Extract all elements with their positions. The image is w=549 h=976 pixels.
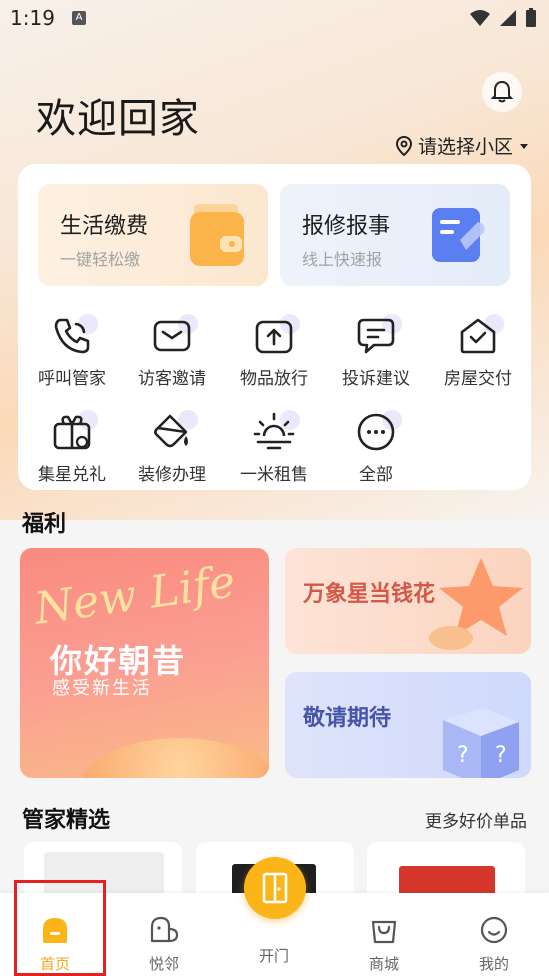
service-label: 集星兑礼	[38, 465, 106, 485]
status-notification-icon: A	[72, 11, 86, 25]
paint-bucket-icon	[154, 414, 188, 448]
repair-report-tile[interactable]: 报修报事 线上快速报	[280, 184, 510, 286]
picks-section-title: 管家精选	[22, 808, 111, 833]
tab-label: 开门	[258, 947, 289, 965]
star-illustration	[429, 558, 523, 650]
service-label: 全部	[359, 465, 393, 485]
promo-banner-new-life[interactable]: New Life 你好朝昔 感受新生活	[20, 548, 269, 778]
mystery-box-illustration: ??	[443, 708, 519, 778]
open-door-button[interactable]	[244, 857, 306, 919]
sunrise-illustration	[80, 738, 269, 778]
promo-deco-text: New Life	[31, 556, 239, 635]
mail-icon	[153, 320, 191, 352]
more-icon	[357, 413, 395, 451]
tab-label: 商城	[368, 955, 399, 973]
services-card: 生活缴费 一键轻松缴 报修报事 线上快速报 呼叫管家 访客邀请 物品放行 投诉建…	[18, 164, 531, 490]
smile-icon	[480, 916, 508, 944]
tab-neighbors[interactable]: 悦邻	[114, 915, 214, 974]
neighbor-icon	[150, 916, 179, 943]
svg-text:?: ?	[495, 743, 507, 768]
notification-button[interactable]	[482, 72, 522, 112]
phone-icon	[54, 318, 90, 354]
location-pin-icon	[395, 135, 412, 156]
service-call-butler[interactable]: 呼叫管家	[22, 314, 122, 389]
shopping-bag-icon	[371, 920, 397, 944]
service-label: 投诉建议	[342, 369, 410, 389]
repair-document-icon	[432, 208, 485, 262]
promo-title: 万象星当钱花	[303, 582, 436, 607]
service-label: 访客邀请	[138, 369, 206, 389]
door-icon	[262, 872, 288, 904]
service-all[interactable]: 全部	[326, 410, 426, 485]
message-icon	[357, 318, 395, 354]
welfare-section-title: 福利	[22, 512, 67, 537]
service-renovation[interactable]: 装修办理	[122, 410, 222, 485]
house-check-icon	[460, 318, 496, 354]
promo-coming-soon[interactable]: 敬请期待 ??	[285, 672, 531, 778]
service-house-delivery[interactable]: 房屋交付	[428, 314, 528, 389]
highlight-annotation-box	[14, 880, 106, 976]
more-deals-link[interactable]: 更多好价单品	[425, 807, 527, 832]
tab-mine[interactable]: 我的	[444, 915, 544, 974]
status-time: 1:19	[10, 6, 55, 30]
service-complaint[interactable]: 投诉建议	[326, 314, 426, 389]
signal-icon	[500, 10, 516, 26]
status-icons	[469, 8, 537, 28]
upload-box-icon	[255, 320, 293, 354]
tab-label: 我的	[478, 955, 509, 973]
service-label: 物品放行	[240, 369, 308, 389]
service-label: 一米租售	[240, 465, 308, 485]
page-title: 欢迎回家	[36, 96, 200, 142]
service-label: 装修办理	[138, 465, 206, 485]
sun-icon	[253, 412, 295, 450]
wallet-icon	[190, 204, 244, 266]
service-star-redeem[interactable]: 集星兑礼	[22, 410, 122, 485]
promo-title: 敬请期待	[303, 706, 392, 731]
tab-open-door-label[interactable]: 开门	[224, 941, 324, 966]
service-rental-sale[interactable]: 一米租售	[224, 410, 324, 485]
promo-subtitle: 感受新生活	[52, 678, 152, 699]
status-bar: 1:19 A	[0, 0, 549, 36]
bill-payment-tile[interactable]: 生活缴费 一键轻松缴	[38, 184, 268, 286]
service-visitor-invite[interactable]: 访客邀请	[122, 314, 222, 389]
caret-down-icon	[520, 143, 528, 149]
promo-star-coins[interactable]: 万象星当钱花	[285, 548, 531, 654]
service-item-release[interactable]: 物品放行	[224, 314, 324, 389]
tab-mall[interactable]: 商城	[334, 915, 434, 974]
service-label: 呼叫管家	[38, 369, 106, 389]
service-label: 房屋交付	[444, 369, 512, 389]
bell-icon	[490, 80, 514, 103]
wifi-icon	[470, 10, 490, 26]
community-selector[interactable]: 请选择小区	[395, 132, 529, 159]
battery-icon	[526, 8, 536, 27]
community-label: 请选择小区	[417, 136, 513, 158]
gift-icon	[53, 415, 91, 450]
tab-label: 悦邻	[148, 955, 179, 973]
svg-text:?: ?	[457, 743, 469, 768]
